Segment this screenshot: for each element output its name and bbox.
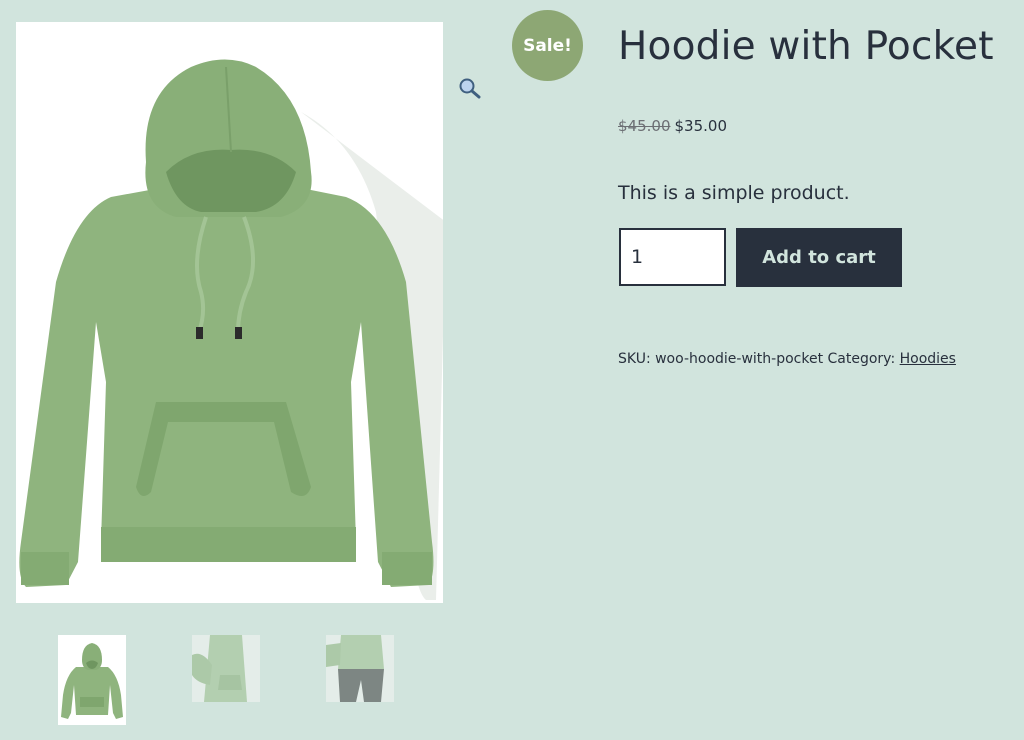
product-summary: Hoodie with Pocket $45.00 $35.00 This is … — [618, 18, 1018, 367]
gallery-thumbnail-3[interactable] — [326, 635, 394, 702]
product-short-description: This is a simple product. — [618, 182, 850, 204]
sku-label: SKU: — [618, 351, 651, 367]
sale-badge: Sale! — [512, 10, 583, 81]
thumbnail-image — [326, 635, 394, 702]
product-price: $45.00 $35.00 — [618, 117, 727, 135]
sku-value: woo-hoodie-with-pocket — [655, 351, 824, 367]
gallery-thumbnail-1[interactable] — [58, 635, 126, 725]
category-label: Category: — [827, 351, 896, 367]
hoodie-illustration — [19, 59, 443, 600]
gallery-thumbnail-2[interactable] — [192, 635, 260, 702]
zoom-button[interactable] — [457, 76, 483, 100]
quantity-input[interactable] — [619, 228, 726, 286]
sale-badge-label: Sale! — [523, 35, 572, 56]
product-title: Hoodie with Pocket — [618, 24, 994, 69]
sale-price: $35.00 — [674, 117, 728, 135]
search-icon — [459, 78, 481, 99]
add-to-cart-button[interactable]: Add to cart — [736, 228, 902, 287]
thumbnail-image — [192, 635, 260, 702]
product-main-image[interactable] — [16, 22, 443, 603]
category-link[interactable]: Hoodies — [900, 351, 956, 367]
product-page: Sale! Hoodie with Pocket $45.00 $35.00 T… — [0, 0, 1024, 740]
product-meta: SKU: woo-hoodie-with-pocket Category: Ho… — [618, 351, 956, 367]
regular-price: $45.00 — [618, 117, 671, 135]
thumbnail-image — [61, 643, 123, 719]
